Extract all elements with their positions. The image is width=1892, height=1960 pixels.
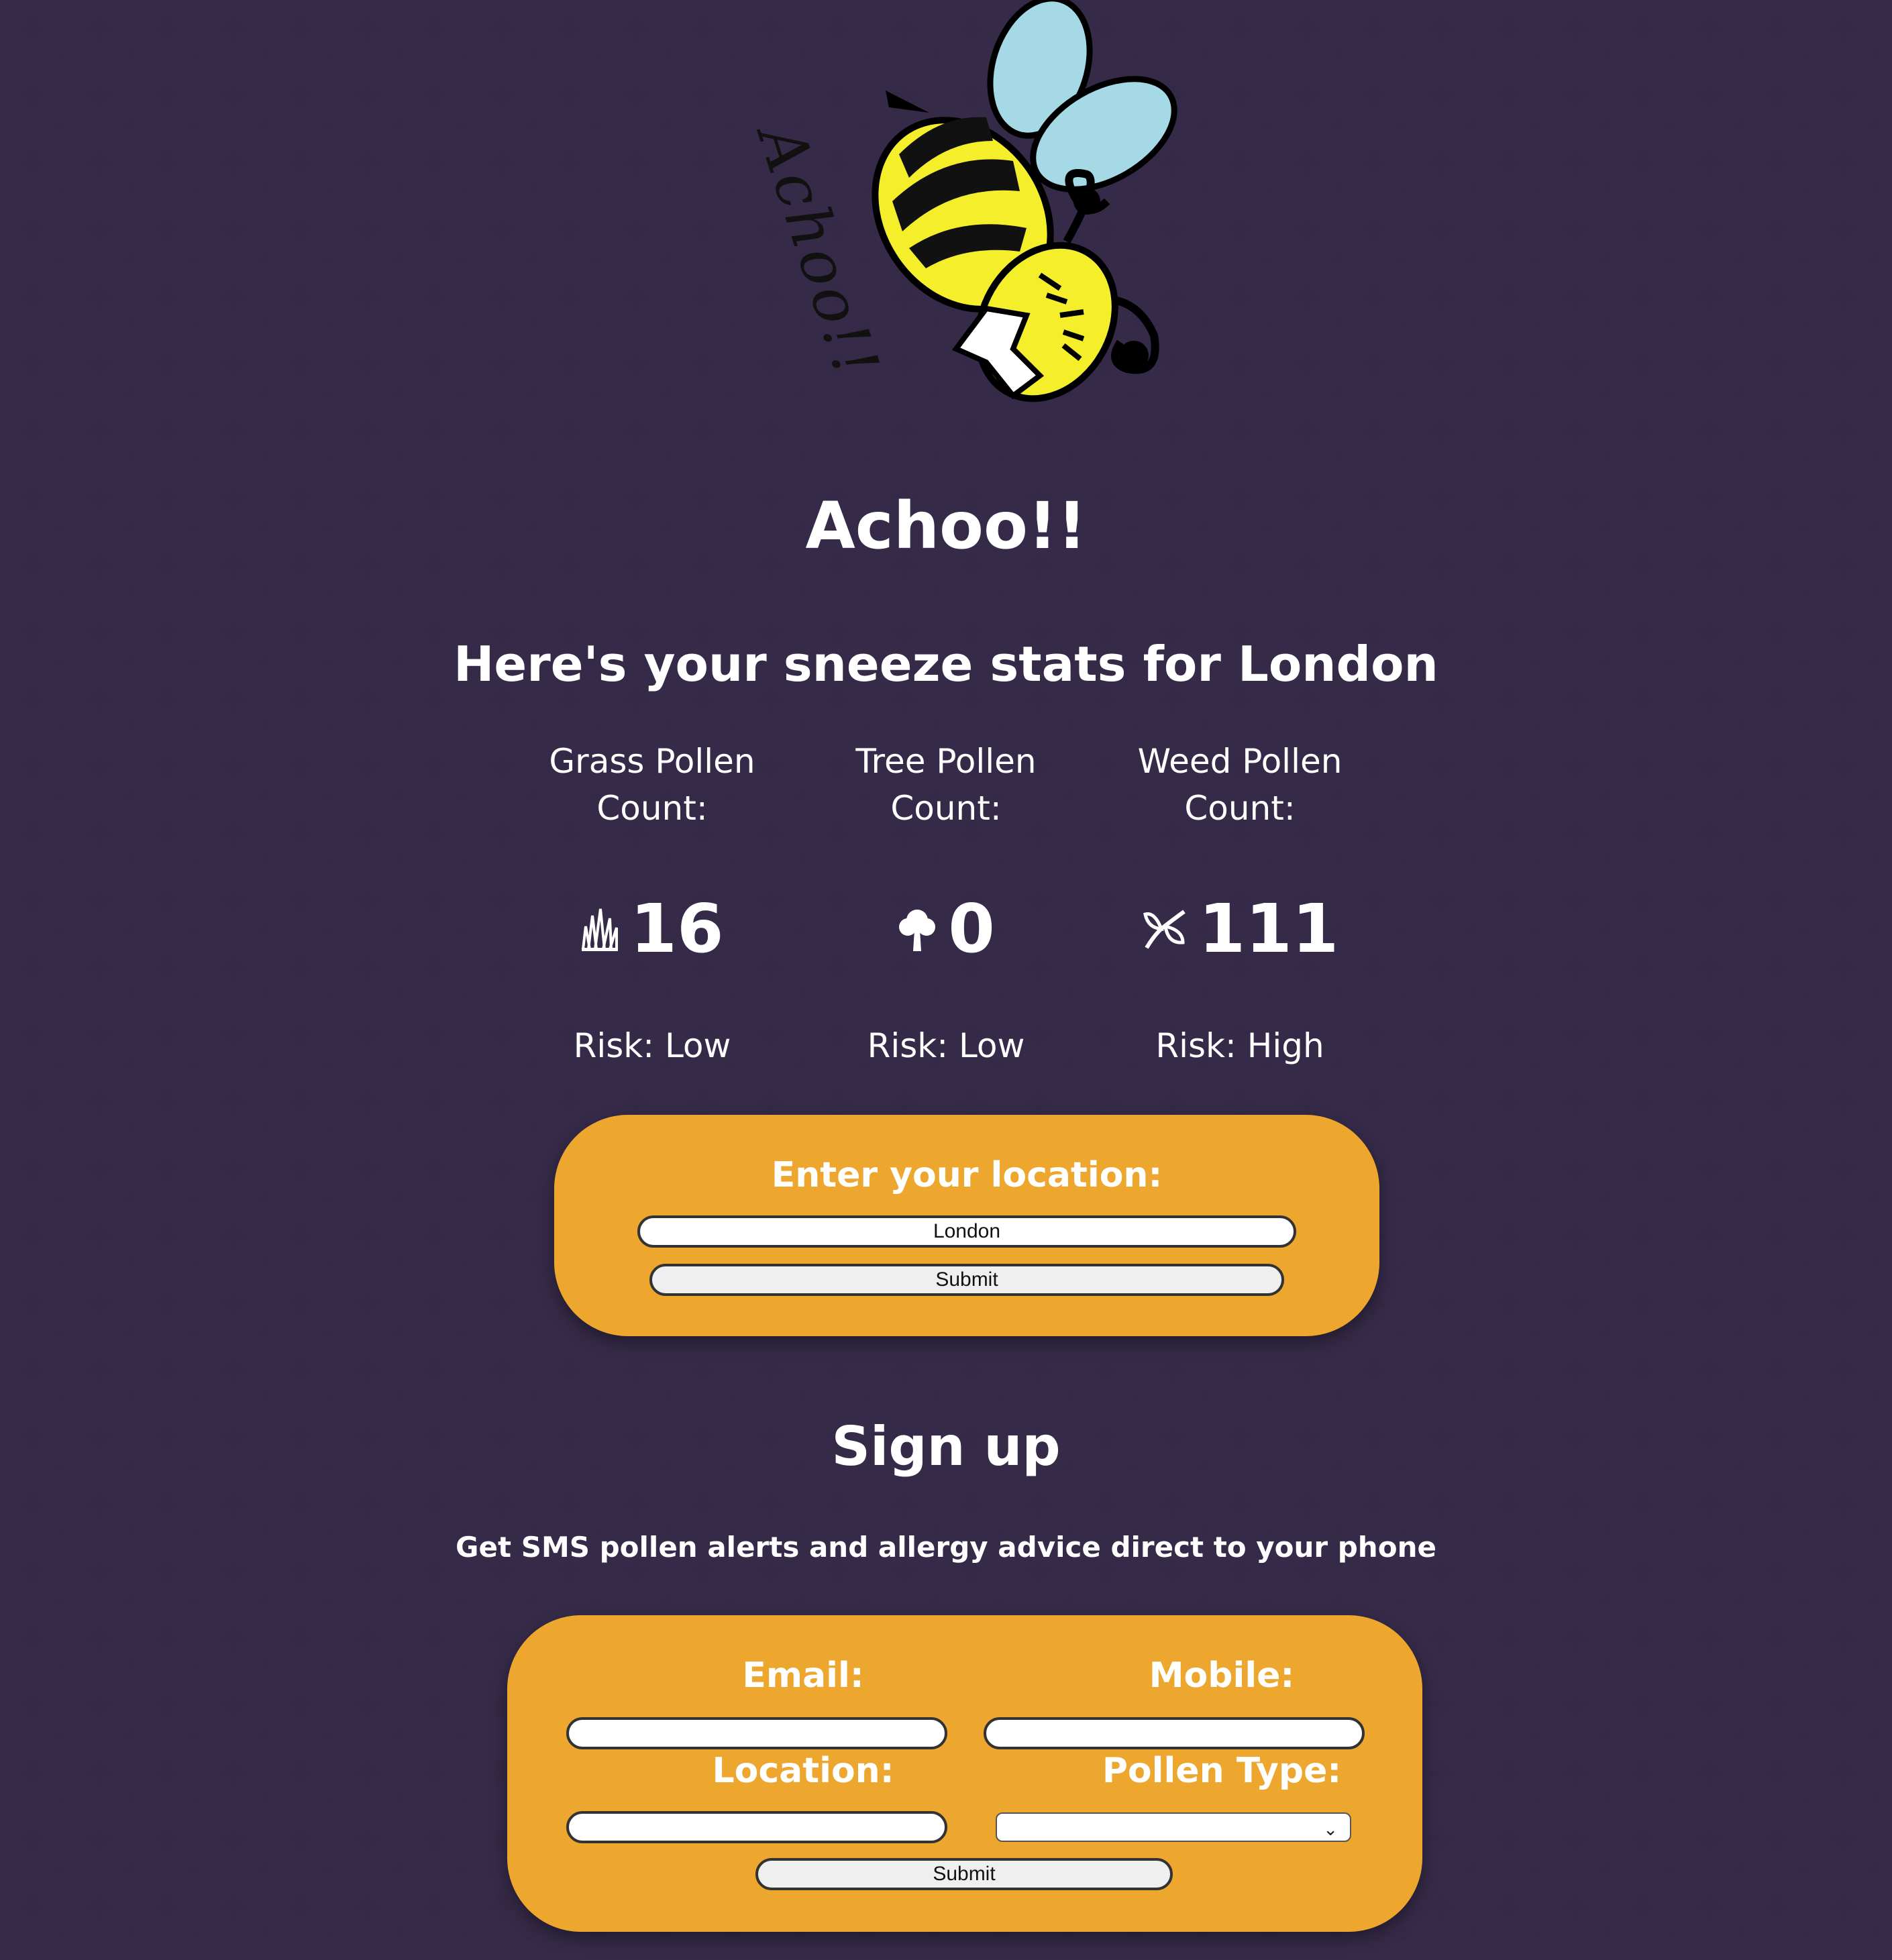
grass-pollen-risk: Risk: Low <box>573 1026 731 1065</box>
signup-location-label: Location: <box>712 1751 894 1791</box>
page-subtitle: Here's your sneeze stats for London <box>454 636 1438 692</box>
sneezing-bee-icon: Achoo!! <box>743 0 1177 402</box>
email-label: Email: <box>742 1655 864 1696</box>
location-form-label: Enter your location: <box>771 1155 1163 1195</box>
tree-pollen-stat: Tree Pollen Count: 0 Risk: Low <box>805 738 1087 1065</box>
weed-pollen-label: Weed Pollen Count: <box>1137 742 1343 828</box>
email-field[interactable] <box>566 1717 947 1749</box>
pollen-type-select[interactable]: ⌄ <box>996 1812 1351 1842</box>
tree-icon <box>899 910 936 951</box>
chevron-down-icon: ⌄ <box>1323 1819 1338 1839</box>
logo-text: Achoo!! <box>743 111 894 388</box>
weed-pollen-risk: Risk: High <box>1155 1026 1324 1065</box>
mobile-field[interactable] <box>984 1717 1365 1749</box>
location-input[interactable] <box>637 1215 1296 1248</box>
mobile-label: Mobile: <box>1149 1655 1295 1696</box>
weed-icon <box>1143 910 1186 949</box>
weed-pollen-stat: Weed Pollen Count: 111 Risk: High <box>1099 738 1381 1065</box>
weed-pollen-value: 111 <box>1198 889 1339 968</box>
location-submit-button[interactable]: Submit <box>649 1264 1284 1296</box>
page-title: Achoo!! <box>805 488 1087 563</box>
grass-pollen-stat: Grass Pollen Count: 16 Risk: Low <box>511 738 793 1065</box>
location-form: Enter your location: Submit <box>554 1115 1379 1336</box>
tree-pollen-label: Tree Pollen Count: <box>855 742 1037 828</box>
svg-text:Achoo!!: Achoo!! <box>743 111 894 388</box>
grass-pollen-value: 16 <box>630 889 724 968</box>
pollen-type-label: Pollen Type: <box>1102 1751 1342 1791</box>
tree-pollen-value: 0 <box>948 889 995 968</box>
grass-pollen-label: Grass Pollen Count: <box>549 742 755 828</box>
grass-pollen-value-row: 16 <box>511 892 793 966</box>
tree-pollen-value-row: 0 <box>805 892 1087 966</box>
signup-subtitle: Get SMS pollen alerts and allergy advice… <box>456 1531 1436 1564</box>
signup-form: Email: Mobile: Location: Pollen Type: ⌄ … <box>507 1615 1422 1932</box>
signup-title: Sign up <box>831 1415 1061 1478</box>
signup-location-field[interactable] <box>566 1811 947 1843</box>
weed-pollen-value-row: 111 <box>1099 892 1381 966</box>
signup-submit-button[interactable]: Submit <box>755 1858 1173 1890</box>
grass-icon <box>582 908 619 951</box>
tree-pollen-risk: Risk: Low <box>867 1026 1025 1065</box>
bee-logo: Achoo!! <box>725 0 1208 429</box>
